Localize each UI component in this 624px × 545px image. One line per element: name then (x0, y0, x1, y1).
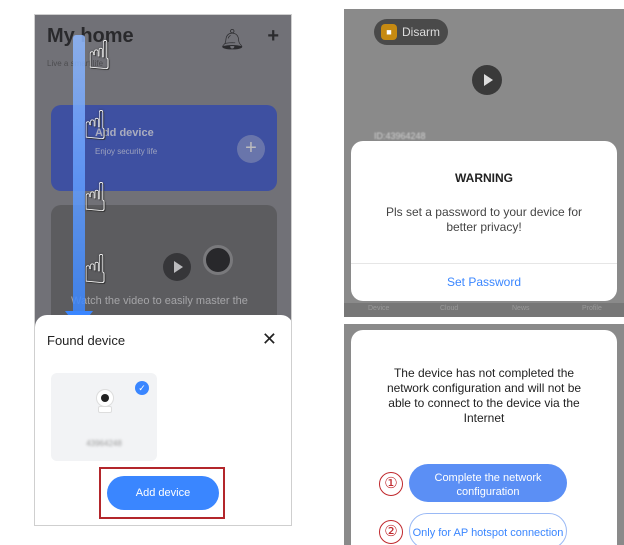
found-device-card[interactable]: ✓ 43964248 (51, 373, 157, 461)
hand-pointer-icon: ☝︎ (83, 176, 108, 220)
disarm-label: Disarm (402, 25, 440, 39)
device-id: ID:43964248 (374, 131, 426, 141)
set-password-button[interactable]: Set Password (351, 275, 617, 289)
warning-message: Pls set a password to your device for be… (385, 205, 583, 234)
disarm-chip[interactable]: ■ Disarm (374, 19, 448, 45)
divider (351, 263, 617, 264)
add-device-button[interactable]: Add device (107, 476, 219, 510)
check-icon: ✓ (135, 381, 149, 395)
tab-news[interactable]: News (512, 305, 530, 312)
camera-icon (95, 389, 115, 413)
hand-pointer-icon: ☝︎ (87, 34, 112, 78)
warning-dialog: WARNING Pls set a password to your devic… (351, 141, 617, 301)
sheet-title: Found device (47, 333, 126, 348)
complete-network-config-button[interactable]: Complete the network configuration (409, 464, 567, 502)
right-bottom-phone-screen: The device has not completed the network… (344, 324, 624, 545)
network-config-dialog: The device has not completed the network… (351, 330, 617, 545)
close-icon[interactable]: ✕ (262, 329, 277, 350)
left-phone-screen: My home Live a smart life 🔔︎ + Add devic… (34, 14, 292, 526)
right-top-phone-screen: ■ Disarm ID:43964248 WARNING Pls set a p… (344, 9, 624, 317)
hand-pointer-icon: ☝︎ (83, 248, 108, 292)
device-id: 43964248 (86, 439, 122, 448)
play-icon[interactable] (472, 65, 502, 95)
warning-title: WARNING (455, 171, 513, 185)
hand-pointer-icon: ☝︎ (83, 104, 108, 148)
tab-profile[interactable]: Profile (582, 305, 602, 312)
step-marker-2: ② (379, 520, 403, 544)
config-message: The device has not completed the network… (386, 366, 582, 425)
tab-device[interactable]: Device (368, 305, 389, 312)
bottom-tab-bar: Device Cloud News Profile (344, 303, 624, 317)
found-device-sheet: Found device ✕ ✓ 43964248 Add device (35, 315, 291, 525)
tab-cloud[interactable]: Cloud (440, 305, 458, 312)
shield-icon: ■ (381, 24, 397, 40)
ap-hotspot-button[interactable]: Only for AP hotspot connection (409, 513, 567, 545)
step-marker-1: ① (379, 472, 403, 496)
